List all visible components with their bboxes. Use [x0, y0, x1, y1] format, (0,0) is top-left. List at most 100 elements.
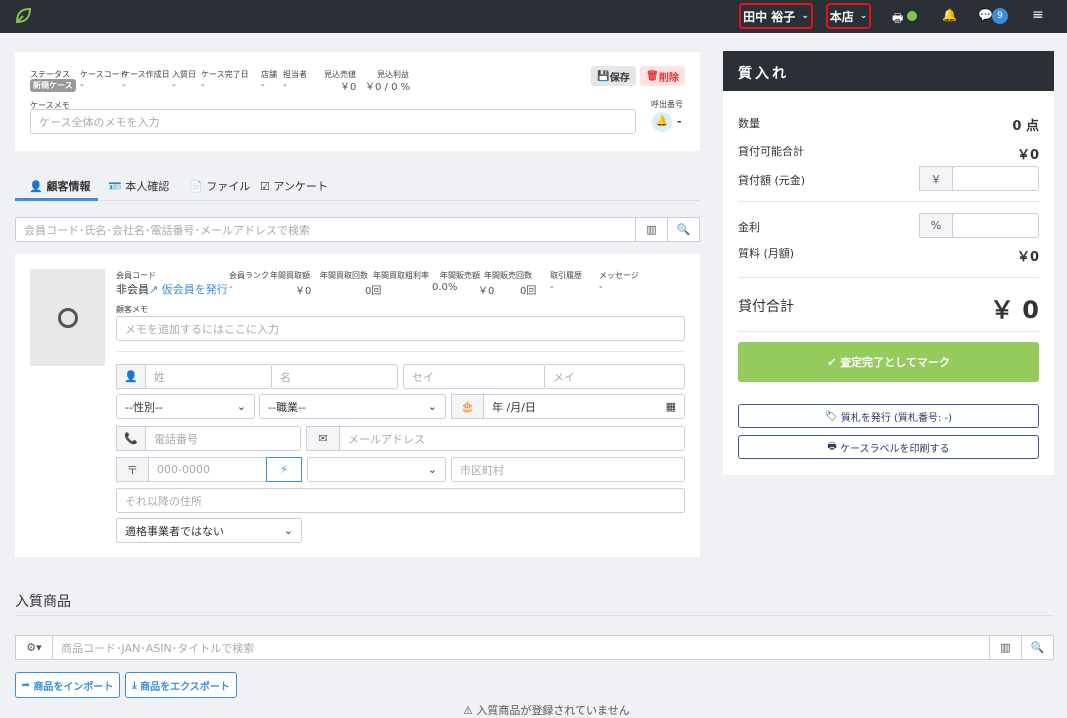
customer-memo-label: 顧客メモ	[116, 305, 148, 314]
user-name: 田中 裕子	[743, 9, 796, 24]
person-icon: 👤	[116, 364, 146, 389]
rate-label: 金利	[738, 221, 760, 234]
case-memo-input[interactable]: ケース全体のメモを入力	[30, 109, 636, 134]
bell-icon[interactable]: 🔔	[942, 8, 957, 22]
printer-icon[interactable]: 🖶	[892, 9, 903, 30]
first-name-input[interactable]: 名	[271, 364, 398, 389]
fee-value: ￥0	[1016, 250, 1039, 265]
last-kana-input[interactable]: セイ	[403, 364, 545, 389]
store-name: 本店	[829, 9, 854, 24]
case-code-value: -	[80, 80, 84, 91]
complete-label: 査定完了としてマーク	[840, 356, 950, 369]
no-items-message: ⚠ 入質商品が登録されていません	[463, 704, 630, 717]
import-items-button[interactable]: ➦ 商品をインポート	[15, 672, 120, 698]
filter-sliders-button[interactable]: ⚙▾	[15, 635, 53, 660]
zip-lookup-bolt-button[interactable]: ⚡	[266, 457, 302, 482]
tab-survey[interactable]: ☑ アンケート	[260, 178, 328, 194]
export-items-button[interactable]: ⤓ 商品をエクスポート	[125, 672, 237, 698]
qty-label: 数量	[738, 117, 760, 130]
logo-leaf-icon[interactable]	[14, 7, 32, 25]
completed-value: -	[201, 80, 205, 91]
zip-input[interactable]: 000-0000	[148, 457, 267, 482]
created-label: ケース作成日	[122, 70, 170, 79]
divider	[15, 615, 1054, 616]
customer-search-input[interactable]: 会員コード･氏名･会社名･電話番号･メールアドレスで検索	[15, 217, 636, 242]
job-select[interactable]: --職業-- ⌄	[259, 394, 446, 419]
gender-select[interactable]: --性別-- ⌄	[116, 394, 255, 419]
delete-label: 削除	[658, 72, 679, 84]
stat-value: ￥0	[295, 286, 312, 297]
stat-value[interactable]: -	[550, 282, 554, 293]
stat-value: -	[229, 282, 233, 293]
stat-label: 年間販売回数	[484, 271, 532, 280]
tab-files[interactable]: 📄 ファイル	[189, 178, 250, 194]
trash-icon: 🗑	[646, 70, 659, 82]
call-number-label: 呼出番号	[651, 100, 683, 109]
birthday-value: 年 /月/日	[492, 400, 536, 414]
last-name-input[interactable]: 姓	[145, 364, 272, 389]
pawn-date-label: 入質日	[172, 70, 196, 79]
user-circle-icon	[57, 307, 78, 328]
invoice-select[interactable]: 適格事業者ではない ⌄	[116, 518, 302, 543]
yen-addon: ￥	[919, 166, 953, 191]
chevron-down-icon: ⌄	[236, 400, 246, 413]
delete-button[interactable]: 🗑 削除	[640, 66, 685, 86]
save-button[interactable]: 💾 保存	[591, 66, 636, 86]
email-input[interactable]: メールアドレス	[339, 426, 685, 451]
interest-rate-input[interactable]	[952, 213, 1039, 238]
customer-card: 会員コード 非会員 ↗ 仮会員を発行 会員ランク - 年間買取額 ￥0 年間買取回数 0回…	[15, 254, 700, 557]
search-button[interactable]: 🔍	[667, 217, 700, 242]
divider	[116, 351, 685, 352]
tab-identity[interactable]: 🪪 本人確認	[108, 178, 169, 194]
expected-profit-value: ￥0 / 0 %	[365, 82, 411, 93]
chat-icon[interactable]: 💬	[978, 8, 993, 22]
store-menu[interactable]: 本店 ⌄	[826, 3, 871, 29]
job-value: --職業--	[268, 400, 306, 414]
city-input[interactable]: 市区町村	[451, 457, 685, 482]
call-bell-icon[interactable]: 🔔	[652, 112, 672, 132]
issue-ticket-button[interactable]: 🏷 質札を発行 (質札番号: -)	[738, 404, 1039, 428]
phone-icon: 📞	[116, 426, 146, 451]
customer-memo-input[interactable]: メモを追加するにはここに入力	[116, 316, 685, 341]
lendable-label: 貸付可能合計	[738, 145, 804, 158]
menu-icon[interactable]: ≡	[1032, 7, 1044, 23]
address-input[interactable]: それ以降の住所	[116, 488, 685, 513]
case-card: ステータス 新規ケース ケースコード - ケース作成日 - 入質日 - ケース完…	[15, 52, 700, 151]
tabs-divider	[15, 200, 700, 201]
tab-label: アンケート	[273, 180, 328, 193]
mark-complete-button[interactable]: ✔ 査定完了としてマーク	[738, 342, 1039, 382]
import-label: 商品をインポート	[33, 681, 114, 693]
call-number-value: -	[677, 115, 682, 128]
print-label-button[interactable]: 🖶 ケースラベルを印刷する	[738, 435, 1039, 459]
pawn-date-value: -	[172, 80, 176, 91]
first-kana-input[interactable]: メイ	[544, 364, 685, 389]
prefecture-select[interactable]: ⌄	[307, 457, 446, 482]
stat-label: 会員ランク	[229, 271, 269, 280]
tab-customer[interactable]: 👤 顧客情報	[29, 178, 91, 194]
no-items-text: 入質商品が登録されていません	[476, 704, 630, 717]
item-search-input[interactable]: 商品コード･JAN･ASIN･タイトルで検索	[52, 635, 990, 660]
loan-amount-input[interactable]	[952, 166, 1039, 191]
loan-label: 貸付額 (元金)	[738, 174, 806, 187]
user-menu[interactable]: 田中 裕子 ⌄	[739, 3, 813, 29]
save-icon: 💾	[597, 70, 610, 82]
phone-input[interactable]: 電話番号	[145, 426, 301, 451]
barcode-scan-button[interactable]: ▥	[635, 217, 668, 242]
share-arrow-icon: ➦	[21, 679, 30, 691]
chevron-down-icon: ⌄	[427, 463, 437, 476]
download-icon: ⤓	[132, 679, 137, 691]
store-label: 店舗	[261, 70, 277, 79]
birthday-input[interactable]: 年 /月/日 ▦	[483, 394, 685, 419]
divider	[738, 331, 1039, 332]
created-value: -	[122, 80, 126, 91]
item-search-button[interactable]: 🔍	[1021, 635, 1054, 660]
invoice-value: 適格事業者ではない	[125, 524, 224, 538]
barcode-scan-button[interactable]: ▥	[989, 635, 1022, 660]
active-tab-indicator	[15, 198, 98, 201]
message-count-badge: 9	[992, 8, 1008, 24]
stat-value[interactable]: -	[599, 282, 603, 293]
search-icon: 🔍	[676, 223, 691, 236]
stat-value: 0.0%	[432, 282, 458, 293]
chevron-down-icon: ⌄	[859, 11, 868, 21]
issue-temp-member-link[interactable]: ↗ 仮会員を発行	[149, 281, 228, 297]
